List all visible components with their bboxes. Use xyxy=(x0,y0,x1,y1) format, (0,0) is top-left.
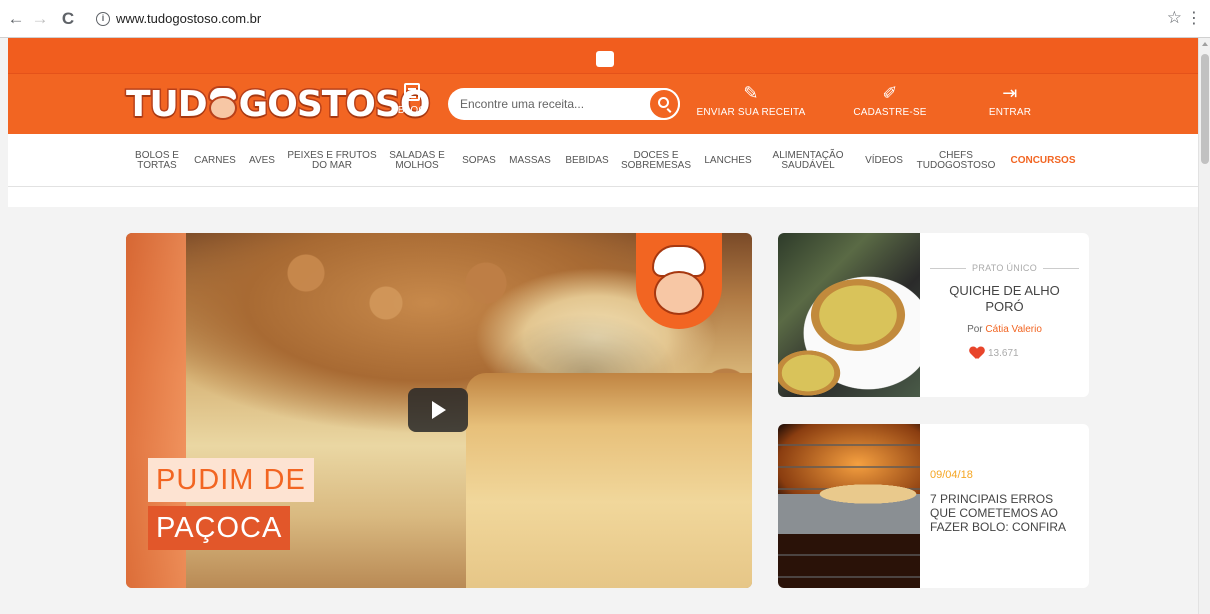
category-nav: BOLOS E TORTAS CARNES AVES PEIXES E FRUTO… xyxy=(8,134,1198,187)
article-card-meta: 09/04/18 7 PRINCIPAIS ERROS QUE COMETEMO… xyxy=(920,424,1089,588)
category-bebidas[interactable]: BEBIDAS xyxy=(560,134,614,187)
likes-count: 13.671 xyxy=(988,347,1019,359)
heart-icon[interactable] xyxy=(970,347,984,359)
chef-badge-icon xyxy=(636,233,722,329)
category-concursos[interactable]: CONCURSOS xyxy=(1004,134,1082,187)
nav-bottom-band xyxy=(8,187,1198,207)
recipe-card-meta: PRATO ÚNICO QUICHE DE ALHO PORÓ Por Cáti… xyxy=(920,233,1089,397)
reload-icon[interactable]: C xyxy=(58,9,78,29)
scroll-up-icon[interactable] xyxy=(1202,42,1208,46)
send-recipe-link[interactable]: ✎ ENVIAR SUA RECEITA xyxy=(696,83,806,118)
chef-logo-icon xyxy=(205,86,241,122)
browser-menu-icon[interactable]: ⋮ xyxy=(1186,8,1202,28)
search-input[interactable] xyxy=(460,95,640,113)
logo-text-left: TUD xyxy=(125,82,210,126)
recipe-card-quiche[interactable]: PRATO ÚNICO QUICHE DE ALHO PORÓ Por Cáti… xyxy=(778,233,1089,397)
category-doces-sobremesas[interactable]: DOCES E SOBREMESAS xyxy=(618,134,694,187)
search-button[interactable] xyxy=(648,88,680,120)
blog-icon xyxy=(404,83,420,101)
oven-cake-image[interactable] xyxy=(778,424,920,588)
pencil-icon: ✐ xyxy=(882,83,898,103)
signup-link[interactable]: ✐ CADASTRE-SE xyxy=(850,83,930,118)
site-header: TUD GOSTOSO BLOG ✎ ENVIAR SUA RECEITA ✐ … xyxy=(8,38,1198,134)
login-label: ENTRAR xyxy=(988,107,1032,118)
category-aves[interactable]: AVES xyxy=(244,134,280,187)
page-scrollbar[interactable] xyxy=(1198,38,1210,614)
forward-arrow-icon[interactable]: → xyxy=(30,9,50,29)
quiche-image[interactable] xyxy=(778,233,920,397)
login-arrow-icon: ⇥ xyxy=(1002,83,1018,103)
address-bar[interactable]: www.tudogostoso.com.br xyxy=(116,11,261,26)
site-info-icon[interactable]: i xyxy=(96,12,110,26)
recipe-title[interactable]: QUICHE DE ALHO PORÓ xyxy=(930,283,1079,315)
category-alimentacao-saudavel[interactable]: ALIMENTAÇÃO SAUDÁVEL xyxy=(764,134,852,187)
blog-link[interactable]: BLOG xyxy=(392,83,432,116)
recipe-likes: 13.671 xyxy=(970,347,1019,359)
site-logo[interactable]: TUD GOSTOSO xyxy=(125,82,432,126)
hero-title-line2: PAÇOCA xyxy=(148,506,291,550)
recipe-category-label: PRATO ÚNICO xyxy=(930,263,1079,273)
category-peixes-frutos-do-mar[interactable]: PEIXES E FRUTOS DO MAR xyxy=(286,134,378,187)
scrollbar-thumb[interactable] xyxy=(1201,54,1209,164)
article-date: 09/04/18 xyxy=(930,469,973,481)
send-recipe-label: ENVIAR SUA RECEITA xyxy=(696,107,806,118)
category-carnes[interactable]: CARNES xyxy=(190,134,240,187)
category-sopas[interactable]: SOPAS xyxy=(458,134,500,187)
hero-title-line1: PUDIM DE xyxy=(148,458,314,502)
login-link[interactable]: ⇥ ENTRAR xyxy=(980,83,1040,118)
category-chefs-tudogostoso[interactable]: CHEFS TUDOGOSTOSO xyxy=(914,134,998,187)
toggle-square-icon[interactable] xyxy=(596,51,614,67)
category-bolos-tortas[interactable]: BOLOS E TORTAS xyxy=(126,134,188,187)
article-card-bolo-erros[interactable]: 09/04/18 7 PRINCIPAIS ERROS QUE COMETEMO… xyxy=(778,424,1089,588)
search-bar xyxy=(448,88,680,120)
category-videos[interactable]: VÍDEOS xyxy=(858,134,910,187)
article-title[interactable]: 7 PRINCIPAIS ERROS QUE COMETEMOS AO FAZE… xyxy=(930,492,1080,534)
blog-label: BLOG xyxy=(397,105,427,116)
play-button-icon[interactable] xyxy=(408,388,468,432)
search-icon xyxy=(658,97,669,108)
category-saladas-molhos[interactable]: SALADAS E MOLHOS xyxy=(382,134,452,187)
recipe-author: Por Cátia Valerio xyxy=(967,324,1042,335)
author-link[interactable]: Cátia Valerio xyxy=(985,324,1042,335)
signup-label: CADASTRE-SE xyxy=(853,107,927,118)
hero-video-pudim-pacoca[interactable]: PUDIM DE PAÇOCA xyxy=(126,233,752,588)
recipe-note-icon: ✎ xyxy=(743,83,759,103)
hero-cake-slice xyxy=(466,373,752,588)
bookmark-star-icon[interactable]: ☆ xyxy=(1167,8,1182,28)
browser-toolbar: ← → C i www.tudogostoso.com.br ☆ ⋮ xyxy=(0,0,1210,38)
back-arrow-icon[interactable]: ← xyxy=(6,9,26,29)
header-top-strip xyxy=(8,38,1198,74)
category-massas[interactable]: MASSAS xyxy=(504,134,556,187)
category-lanches[interactable]: LANCHES xyxy=(700,134,756,187)
